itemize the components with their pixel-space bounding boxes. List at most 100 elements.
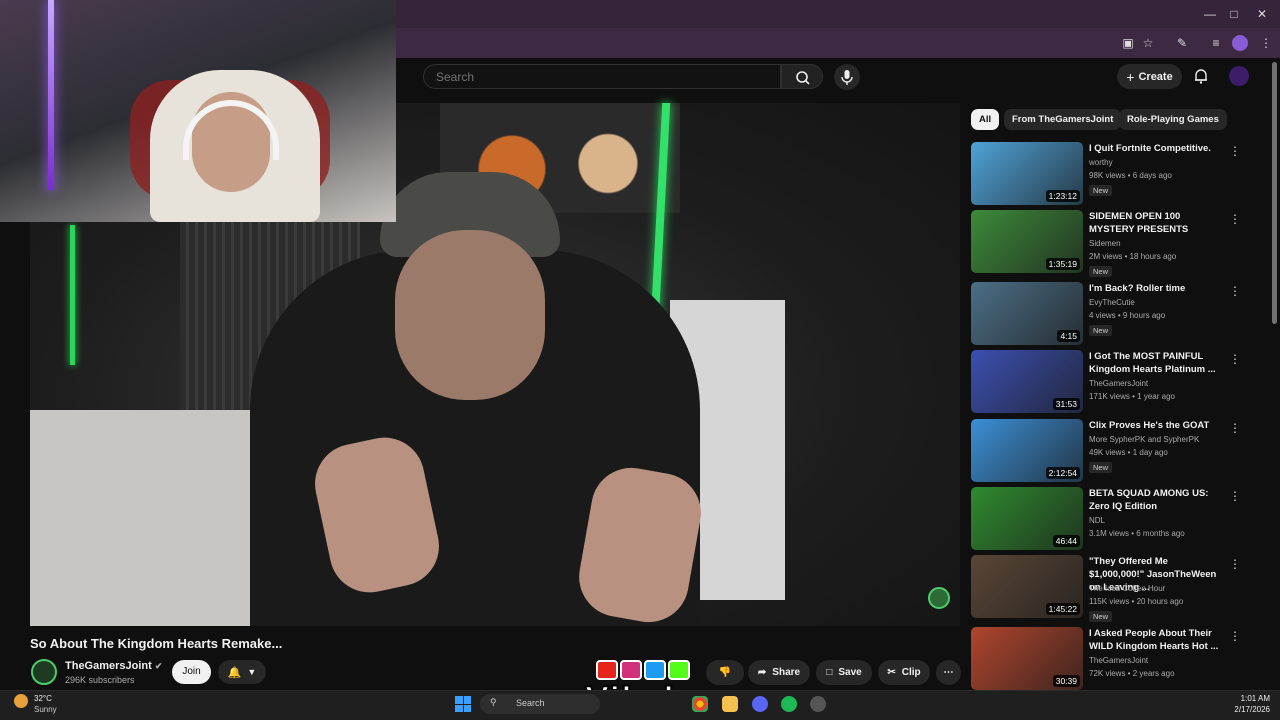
more-vertical-icon[interactable]: ⋮ [1229,629,1241,643]
search-input[interactable] [423,64,781,89]
chip-role-playing-games[interactable]: Role-Playing Games [1119,109,1227,130]
more-vertical-icon[interactable]: ⋮ [1229,284,1241,298]
extensions-icon[interactable]: ✎ [1174,35,1190,51]
video-duration: 4:15 [1057,330,1080,342]
channel-name[interactable]: TheGamersJoint ✔ [65,660,162,672]
join-button[interactable]: Join [172,660,211,684]
recommendation-meta: 171K views • 1 year ago [1089,392,1175,401]
recommendation-title[interactable]: BETA SQUAD AMONG US: Zero IQ Edition [1089,487,1219,513]
more-vertical-icon[interactable]: ⋮ [1229,489,1241,503]
video-duration: 1:45:22 [1045,603,1080,615]
app-icon[interactable] [810,696,826,712]
video-thumbnail[interactable]: 2:12:54 [971,419,1083,482]
video-thumbnail[interactable]: 1:23:12 [971,142,1083,205]
video-thumbnail[interactable]: 1:35:19 [971,210,1083,273]
taskbar-time: 1:01 AM [1240,694,1270,703]
video-thumbnail[interactable]: 31:53 [971,350,1083,413]
create-button[interactable]: + Create [1117,64,1182,89]
search-button[interactable] [781,64,823,89]
channel-watermark-icon[interactable] [928,587,950,609]
minimize-icon[interactable]: — [1202,6,1218,22]
maximize-icon[interactable]: □ [1226,6,1242,22]
recommendation-title[interactable]: I'm Back? Roller time [1089,282,1219,295]
recommendation-item[interactable]: 1:23:12 I Quit Fortnite Competitive. worth… [971,142,1241,206]
recommendation-channel[interactable]: TheGamersJoint [1089,656,1148,665]
recommendation-item[interactable]: 31:53 I Got The MOST PAINFUL Kingdom Hear… [971,350,1241,414]
recommendation-item[interactable]: 30:39 I Asked People About Their WILD Kin… [971,627,1241,691]
recommendation-channel[interactable]: worthy [1089,158,1113,167]
more-actions-button[interactable]: ⋯ [936,660,961,685]
voice-search-button[interactable] [834,64,860,90]
spotify-icon[interactable] [781,696,797,712]
more-vertical-icon[interactable]: ⋮ [1229,557,1241,571]
clip-label: Clip [901,667,921,678]
save-button[interactable]: □ Save [816,660,872,685]
recommendation-meta: 4 views • 9 hours ago [1089,311,1166,320]
video-thumbnail[interactable]: 46:44 [971,487,1083,550]
recommendation-meta: 72K views • 2 years ago [1089,669,1175,678]
video-thumbnail[interactable]: 1:45:22 [971,555,1083,618]
video-duration: 30:39 [1052,675,1080,687]
share-icon: ➦ [757,667,767,678]
recommendation-channel[interactable]: More SypherPK and SypherPK [1089,435,1199,444]
recommendation-title[interactable]: I Got The MOST PAINFUL Kingdom Hearts Pl… [1089,350,1219,376]
recommendation-channel[interactable]: EvyTheCutie [1089,298,1135,307]
channel-avatar[interactable] [31,659,57,685]
recommendation-channel[interactable]: The Iced Coffee Hour [1089,584,1165,593]
recommendation-item[interactable]: 1:35:19 SIDEMEN OPEN 100 MYSTERY PRESENTS… [971,210,1241,277]
new-badge: New [1089,462,1113,473]
dislike-button[interactable]: 👎 [706,660,744,685]
more-vertical-icon[interactable]: ⋮ [1229,212,1241,226]
recommendation-item[interactable]: 2:12:54 Clix Proves He's the GOAT More Syp… [971,419,1241,483]
clip-button[interactable]: ✂ Clip [878,660,930,685]
microphone-icon [841,70,853,85]
recommendation-title[interactable]: Clix Proves He's the GOAT [1089,419,1219,432]
notifications-button[interactable] [1192,67,1210,85]
recommendation-channel[interactable]: Sidemen [1089,239,1121,248]
more-vertical-icon[interactable]: ⋮ [1229,352,1241,366]
recommendation-title[interactable]: I Quit Fortnite Competitive. [1089,142,1219,155]
chip-all[interactable]: All [971,109,1000,130]
video-duration: 31:53 [1052,398,1080,410]
weather-sun-icon[interactable] [14,694,28,708]
video-thumbnail[interactable]: 4:15 [971,282,1083,345]
browser-menu-icon[interactable]: ⋮ [1258,35,1274,51]
recommendation-channel[interactable]: TheGamersJoint [1089,379,1148,388]
kick-icon [668,660,690,680]
bell-icon [1195,69,1207,84]
recommendation-item[interactable]: 1:45:22 "They Offered Me $1,000,000!" Jas… [971,555,1241,622]
taskbar-search[interactable]: ⚲ Search [480,694,600,714]
recommendation-item[interactable]: 4:15 I'm Back? Roller time EvyTheCutie 4 vi… [971,282,1241,346]
plus-icon: + [1126,68,1135,85]
media-control-icon[interactable]: ≡ [1208,35,1224,51]
discord-icon[interactable] [752,696,768,712]
new-badge: New [1089,266,1113,277]
windows-start-icon[interactable] [455,696,471,712]
recommendation-channel[interactable]: NDL [1089,516,1105,525]
recommendation-title[interactable]: SIDEMEN OPEN 100 MYSTERY PRESENTS [1089,210,1219,236]
video-duration: 2:12:54 [1045,467,1080,479]
search-icon: ⚲ [490,697,497,707]
subscribe-notification-button[interactable]: 🔔 ▼ [218,660,266,684]
file-explorer-icon[interactable] [722,696,738,712]
account-avatar[interactable] [1229,66,1249,86]
video-thumbnail[interactable]: 30:39 [971,627,1083,690]
share-button[interactable]: ➦ Share [748,660,810,685]
presenter-face [395,230,545,400]
recommendation-item[interactable]: 46:44 BETA SQUAD AMONG US: Zero IQ Editio… [971,487,1241,551]
scrollbar[interactable] [1272,62,1277,324]
thumbs-down-icon: 👎 [718,667,732,678]
more-vertical-icon[interactable]: ⋮ [1229,421,1241,435]
recommendation-meta: 115K views • 20 hours ago [1089,597,1184,606]
install-app-icon[interactable]: ▣ [1120,35,1136,51]
more-vertical-icon[interactable]: ⋮ [1229,144,1241,158]
close-icon[interactable]: ✕ [1254,6,1270,22]
profile-icon[interactable] [1232,35,1248,51]
new-badge: New [1089,185,1113,196]
verified-icon: ✔ [154,661,163,671]
bookmark-star-icon[interactable]: ☆ [1140,35,1156,51]
chrome-icon[interactable] [692,696,708,712]
video-duration: 1:35:19 [1045,258,1080,270]
chip-from-channel[interactable]: From TheGamersJoint [1004,109,1122,130]
recommendation-title[interactable]: I Asked People About Their WILD Kingdom … [1089,627,1219,653]
